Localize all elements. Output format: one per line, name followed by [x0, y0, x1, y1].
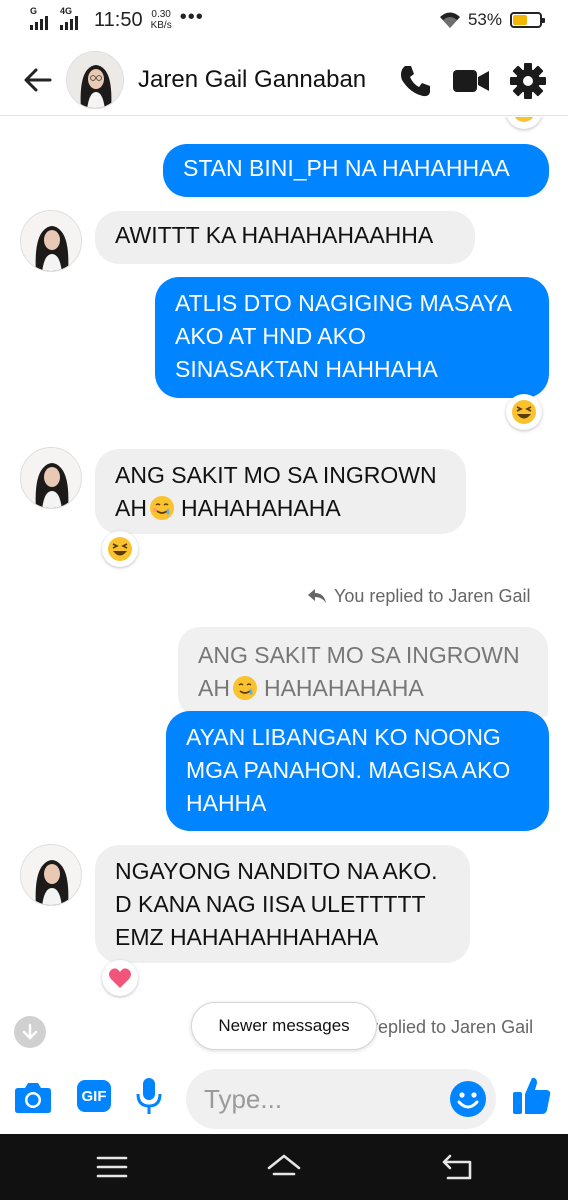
quoted-text: HAHAHAHAHA	[263, 675, 424, 701]
signal-4g-icon: 4G	[60, 6, 84, 32]
back-arrow-icon[interactable]	[20, 62, 56, 98]
home-icon[interactable]	[266, 1150, 302, 1184]
quoted-message[interactable]: ANG SAKIT MO SA INGROWN AH HAHAHAHAHA	[178, 627, 548, 717]
message-line: ATLIS DTO NAGIGING MASAYA	[175, 290, 512, 316]
phone-icon[interactable]	[396, 62, 434, 100]
newer-messages-label: Newer messages	[218, 1016, 350, 1035]
message-line: AYAN LIBANGAN KO NOONG	[186, 724, 501, 750]
camera-icon[interactable]	[14, 1080, 52, 1114]
reply-indicator: replied to Jaren Gail	[372, 1017, 533, 1038]
network-4g-label: 4G	[60, 6, 73, 16]
status-right: 53%	[438, 10, 545, 30]
microphone-icon[interactable]	[134, 1076, 164, 1116]
gear-icon[interactable]	[509, 62, 547, 100]
message-line: ANG SAKIT MO SA INGROWN	[115, 462, 437, 488]
status-left: G 4G 11:50 0.30 KB/s •••	[30, 5, 204, 32]
messenger-screen: G 4G 11:50 0.30 KB/s ••• 53% Jaren Gail …	[0, 0, 568, 1200]
incoming-message[interactable]: NGAYONG NANDITO NA AKO. D KANA NAG IISA …	[95, 845, 470, 963]
quoted-line: AH HAHAHAHAHA	[198, 672, 528, 705]
battery-fill	[513, 15, 527, 25]
thumbs-up-icon[interactable]	[512, 1074, 552, 1116]
outgoing-message[interactable]: ATLIS DTO NAGIGING MASAYA AKO AT HND AKO…	[155, 277, 549, 398]
menu-icon[interactable]	[94, 1150, 130, 1184]
sender-avatar[interactable]	[20, 210, 82, 272]
reaction-badge[interactable]	[102, 960, 138, 996]
gif-label: GIF	[81, 1087, 107, 1105]
reply-text: replied to Jaren Gail	[372, 1017, 534, 1037]
message-text: STAN BINI_PH NA HAHAHHAA	[183, 155, 510, 181]
battery-percent: 53%	[467, 10, 502, 29]
speed-unit: KB/s	[150, 20, 172, 31]
arrow-down-icon	[22, 1023, 38, 1040]
back-icon[interactable]	[440, 1150, 476, 1184]
video-camera-icon[interactable]	[452, 62, 490, 100]
clock: 11:50	[94, 8, 143, 31]
quoted-line: ANG SAKIT MO SA INGROWN	[198, 642, 520, 668]
grinning-squint-emoji	[512, 400, 536, 424]
incoming-message[interactable]: AWITTT KA HAHAHAHAAHHA	[95, 211, 475, 264]
emoji-icon[interactable]	[448, 1079, 488, 1119]
reply-arrow-icon	[308, 589, 326, 603]
smiling-face-with-tear-emoji	[232, 676, 257, 700]
message-line: MGA PANAHON. MAGISA AKO	[186, 757, 511, 783]
heart-emoji	[109, 968, 131, 988]
reaction-badge[interactable]	[506, 117, 542, 129]
more-notifications-icon: •••	[179, 5, 204, 28]
message-thread[interactable]: STAN BINI_PH NA HAHAHHAA AWITTT KA HAHAH…	[0, 117, 568, 1052]
message-input-container	[186, 1069, 496, 1129]
contact-avatar[interactable]	[66, 51, 124, 109]
newer-messages-button[interactable]: Newer messages	[191, 1002, 377, 1050]
wifi-icon	[439, 12, 460, 28]
grinning-squint-emoji	[108, 537, 132, 561]
message-line: D KANA NAG IISA ULETTTTT	[115, 891, 426, 917]
sender-avatar[interactable]	[20, 844, 82, 906]
speed-value: 0.30	[151, 9, 171, 20]
network-speed: 0.30 KB/s	[151, 9, 172, 31]
message-line: AKO AT HND AKO	[175, 323, 366, 349]
message-line: AH HAHAHAHAHA	[115, 492, 446, 525]
smiling-face-with-tear-emoji	[149, 496, 174, 520]
gif-icon[interactable]: GIF	[77, 1080, 111, 1112]
conversation-header: Jaren Gail Gannaban	[0, 44, 568, 116]
sender-avatar[interactable]	[20, 447, 82, 509]
message-line: HAHHA	[186, 790, 267, 816]
outgoing-message[interactable]: STAN BINI_PH NA HAHAHHAA	[163, 144, 549, 197]
contact-name[interactable]: Jaren Gail Gannaban	[138, 66, 366, 94]
network-type-label: G	[30, 6, 38, 16]
reply-indicator: You replied to Jaren Gail	[306, 586, 530, 607]
message-text: HAHAHAHAHA	[180, 495, 341, 521]
message-text: AWITTT KA HAHAHAHAAHHA	[115, 222, 434, 248]
reaction-badge[interactable]	[506, 394, 542, 430]
system-navigation-bar	[0, 1134, 568, 1200]
message-text: AH	[115, 495, 147, 521]
message-line: EMZ HAHAHAHHAHAHA	[115, 924, 379, 950]
message-line: SINASAKTAN HAHHAHA	[175, 356, 438, 382]
incoming-message[interactable]: ANG SAKIT MO SA INGROWN AH HAHAHAHAHA	[95, 449, 466, 534]
quoted-text: AH	[198, 675, 230, 701]
battery-icon	[510, 12, 545, 28]
reply-text: You replied to Jaren Gail	[334, 586, 531, 606]
outgoing-message[interactable]: AYAN LIBANGAN KO NOONG MGA PANAHON. MAGI…	[166, 711, 549, 831]
signal-icon: G	[30, 6, 54, 32]
message-line: NGAYONG NANDITO NA AKO.	[115, 858, 438, 884]
reaction-badge[interactable]	[102, 531, 138, 567]
message-input[interactable]	[204, 1069, 434, 1129]
scroll-down-button[interactable]	[14, 1016, 46, 1048]
status-bar: G 4G 11:50 0.30 KB/s ••• 53%	[0, 0, 568, 44]
grinning-squint-emoji	[514, 117, 534, 122]
composer-bar: GIF	[0, 1062, 568, 1134]
